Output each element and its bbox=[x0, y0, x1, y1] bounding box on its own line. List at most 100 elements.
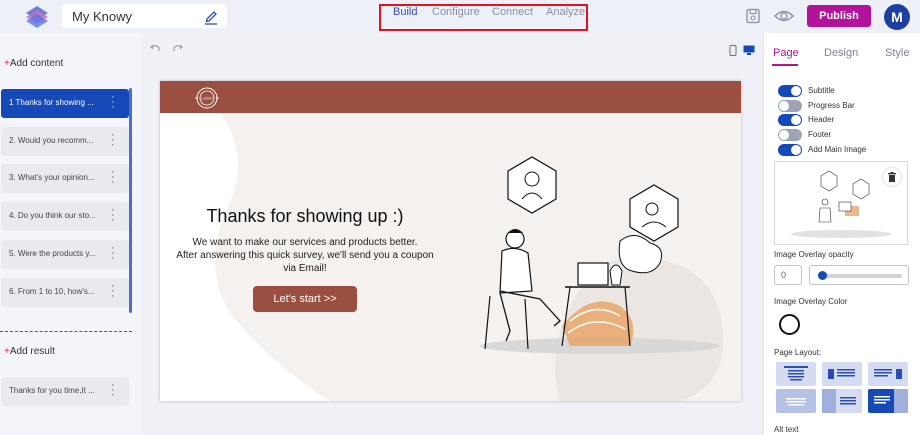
layout-option-image-right[interactable] bbox=[868, 362, 908, 386]
toggle-knob bbox=[791, 115, 801, 125]
overlay-color-swatch[interactable] bbox=[779, 314, 800, 335]
toggle-label: Header bbox=[808, 115, 835, 124]
tab-page[interactable]: Page bbox=[773, 47, 799, 59]
tab-build[interactable]: Build bbox=[393, 6, 417, 18]
layout-image-left-icon bbox=[828, 369, 855, 379]
logo-text: LOGO bbox=[201, 96, 213, 101]
tab-design[interactable]: Design bbox=[824, 47, 858, 59]
undo-icon[interactable] bbox=[149, 43, 161, 53]
layout-option-split-left[interactable] bbox=[822, 389, 862, 413]
layout-background-centered-icon bbox=[786, 398, 806, 406]
question-item[interactable]: 2. Would you recomm... · · · bbox=[1, 127, 129, 156]
toggle-knob bbox=[779, 130, 789, 140]
toggle-switch[interactable] bbox=[778, 100, 802, 112]
slider-track bbox=[818, 274, 902, 278]
start-button[interactable]: Let's start >> bbox=[253, 286, 357, 312]
mobile-icon[interactable] bbox=[729, 45, 737, 56]
toggle-label: Subtitle bbox=[808, 86, 835, 95]
description-line: via Email! bbox=[283, 263, 327, 274]
question-item[interactable]: 6. From 1 to 10, how's... · · · bbox=[1, 278, 129, 307]
desktop-icon[interactable] bbox=[743, 45, 755, 56]
section-divider bbox=[0, 331, 132, 332]
overlay-opacity-input[interactable]: 0 bbox=[774, 265, 802, 285]
top-bar: My Knowy Build Configure Connect Analyze… bbox=[0, 0, 920, 33]
page-preview[interactable]: LOGO Thanks for showing up :) We want to… bbox=[160, 81, 741, 401]
result-label: Thanks for you time,It ... bbox=[9, 386, 95, 395]
tab-style[interactable]: Style bbox=[885, 47, 909, 59]
add-content-label: Add content bbox=[9, 58, 64, 69]
logo-badge-icon: LOGO bbox=[195, 87, 219, 109]
toggle-switch[interactable] bbox=[778, 129, 802, 141]
question-label: 3. What's your opinion... bbox=[9, 173, 95, 182]
tab-analyze[interactable]: Analyze bbox=[546, 6, 585, 18]
page-heading: Thanks for showing up :) bbox=[206, 206, 404, 226]
layout-top-centered-icon bbox=[784, 366, 808, 381]
toggle-knob bbox=[779, 101, 789, 111]
add-result-button[interactable]: +Add result bbox=[4, 346, 55, 357]
slider-handle[interactable] bbox=[818, 271, 827, 280]
more-options-icon[interactable]: · · · bbox=[111, 130, 115, 151]
page-header: LOGO bbox=[160, 81, 741, 113]
project-name-field[interactable]: My Knowy bbox=[62, 4, 227, 28]
toggle-knob bbox=[791, 145, 801, 155]
tab-configure[interactable]: Configure bbox=[432, 6, 480, 18]
description-line: After answering this quick survey, we'll… bbox=[176, 250, 434, 261]
question-label: 2. Would you recomm... bbox=[9, 136, 94, 145]
toggle-label: Add Main Image bbox=[808, 145, 867, 154]
more-options-icon[interactable]: · · · bbox=[111, 243, 115, 264]
question-item[interactable]: 5. Were the products y... · · · bbox=[1, 240, 129, 269]
question-item[interactable]: 4. Do you think our sto... · · · bbox=[1, 202, 129, 231]
publish-button[interactable]: Publish bbox=[807, 5, 871, 27]
alt-text-label: Alt text bbox=[774, 425, 799, 434]
toggle-switch[interactable] bbox=[778, 144, 802, 156]
trash-icon bbox=[888, 172, 896, 182]
more-options-icon[interactable]: · · · bbox=[111, 167, 115, 188]
more-options-icon[interactable]: · · · bbox=[111, 281, 115, 302]
toggle-switch[interactable] bbox=[778, 85, 802, 97]
toggle-label: Footer bbox=[808, 130, 832, 139]
avatar[interactable]: M bbox=[884, 4, 910, 30]
question-label: 1 Thanks for showing ... bbox=[9, 98, 94, 107]
description-line: We want to make our services and product… bbox=[192, 237, 418, 248]
active-tab-indicator bbox=[772, 64, 798, 66]
question-label: 6. From 1 to 10, how's... bbox=[9, 287, 95, 296]
question-item[interactable]: 3. What's your opinion... · · · bbox=[1, 164, 129, 193]
question-item[interactable]: 1 Thanks for showing ... · · · bbox=[1, 89, 129, 118]
layout-image-right-icon bbox=[874, 369, 902, 379]
question-label: 5. Were the products y... bbox=[9, 249, 96, 258]
eye-icon[interactable] bbox=[774, 8, 794, 24]
layout-option-image-left[interactable] bbox=[822, 362, 862, 386]
pencil-icon[interactable] bbox=[203, 7, 219, 25]
layers-logo-icon[interactable] bbox=[24, 4, 50, 30]
survey-illustration bbox=[480, 156, 720, 354]
layout-option-split-right[interactable] bbox=[868, 389, 908, 413]
add-content-button[interactable]: +Add content bbox=[4, 58, 63, 69]
question-label: 4. Do you think our sto... bbox=[9, 211, 96, 220]
toggle-switch[interactable] bbox=[778, 114, 802, 126]
save-icon[interactable] bbox=[744, 8, 762, 24]
more-options-icon[interactable]: · · · bbox=[111, 205, 115, 226]
overlay-opacity-slider[interactable] bbox=[809, 265, 909, 285]
page-layout-label: Page Layout: bbox=[774, 348, 822, 357]
layout-split-right-icon bbox=[874, 389, 908, 413]
redo-icon[interactable] bbox=[172, 43, 184, 53]
layout-option-background-centered[interactable] bbox=[776, 389, 816, 413]
tab-connect[interactable]: Connect bbox=[492, 6, 533, 18]
delete-image-button[interactable] bbox=[883, 168, 901, 186]
sidebar-scrollbar[interactable] bbox=[129, 88, 132, 313]
layout-option-top-centered[interactable] bbox=[776, 362, 816, 386]
layout-split-left-icon bbox=[822, 389, 856, 413]
properties-panel: Page Design Style Subtitle Progress Bar … bbox=[763, 33, 920, 435]
content-sidebar: +Add content 1 Thanks for showing ... · ·… bbox=[0, 33, 142, 435]
toggle-knob bbox=[791, 86, 801, 96]
page-description: We want to make our services and product… bbox=[170, 236, 440, 275]
add-result-label: Add result bbox=[9, 346, 55, 357]
main-image-thumbnail[interactable] bbox=[774, 161, 908, 245]
more-options-icon[interactable]: · · · bbox=[111, 92, 115, 113]
toggle-label: Progress Bar bbox=[808, 101, 855, 110]
overlay-opacity-label: Image Overlay opacity bbox=[774, 250, 854, 259]
more-options-icon[interactable]: · · · bbox=[111, 380, 115, 401]
project-name: My Knowy bbox=[72, 9, 132, 24]
overlay-color-label: Image Overlay Color bbox=[774, 297, 848, 306]
result-item[interactable]: Thanks for you time,It ... · · · bbox=[1, 377, 129, 406]
